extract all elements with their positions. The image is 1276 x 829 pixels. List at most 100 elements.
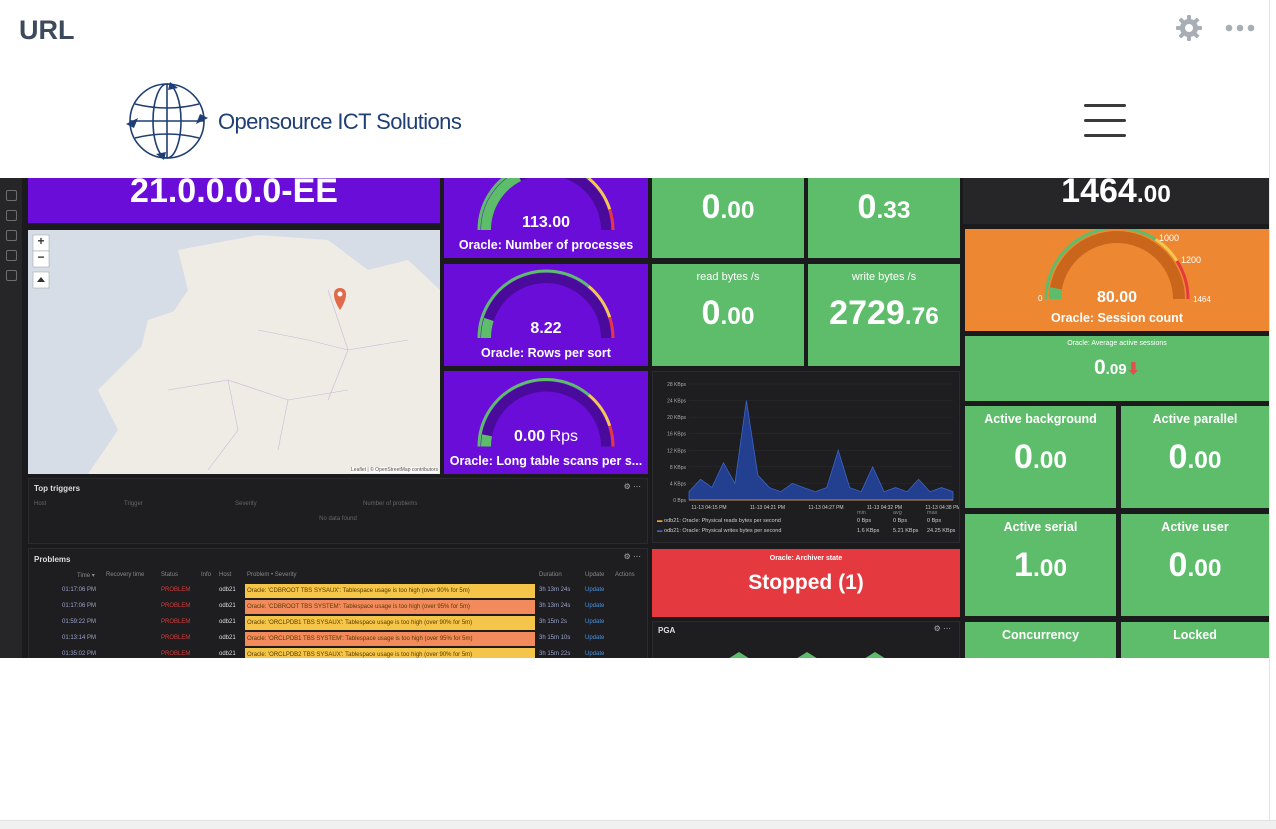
avg-sessions-panel: Oracle: Average active sessions 0.09⬇ bbox=[965, 336, 1269, 401]
col-host: Host bbox=[219, 572, 232, 578]
active-background-panel: Active background 0.00 bbox=[965, 406, 1116, 508]
top-stat-value: 1464.00 bbox=[1061, 178, 1171, 210]
legend-col-min: min bbox=[857, 510, 866, 516]
col-severity: Severity bbox=[235, 501, 257, 507]
avg-sessions-title: Oracle: Average active sessions bbox=[1067, 340, 1167, 347]
col-problem: Problem • Severity bbox=[247, 572, 297, 578]
problem-cell[interactable]: Oracle: 'ORCLPDB1 TBS SYSTEM': Tablespac… bbox=[245, 632, 535, 646]
update-link[interactable]: Update bbox=[585, 603, 604, 609]
problem-cell[interactable]: Oracle: 'ORCLPDB2 TBS SYSAUX': Tablespac… bbox=[245, 648, 535, 658]
duration-cell: 3h 15m 2s bbox=[539, 619, 568, 625]
active-serial-value: 1.00 bbox=[1014, 546, 1067, 584]
y-tick-label: 0 Bps bbox=[673, 498, 686, 504]
update-link[interactable]: Update bbox=[585, 635, 604, 641]
top-triggers-menu-icon[interactable]: ⚙ ⋯ bbox=[624, 482, 641, 491]
long-scans-gauge-panel: 0.00 Rps Oracle: Long table scans per s.… bbox=[444, 371, 648, 474]
legend-col-max: max bbox=[927, 510, 938, 516]
duration-cell: 3h 15m 22s bbox=[539, 651, 571, 657]
col-duration: Duration bbox=[539, 572, 562, 578]
y-tick-label: 4 KBps bbox=[670, 481, 687, 487]
rows-sort-value: 8.22 bbox=[530, 320, 562, 337]
time-cell: 01:17:06 PM bbox=[62, 603, 97, 609]
col-time[interactable]: Time ▾ bbox=[77, 572, 95, 579]
time-cell: 01:13:14 PM bbox=[62, 635, 97, 641]
time-cell: 01:17:06 PM bbox=[62, 587, 97, 593]
processes-title: Oracle: Number of processes bbox=[458, 238, 634, 252]
host-cell: odb21 bbox=[219, 635, 236, 641]
pga-gauges bbox=[729, 652, 885, 658]
brand-logo[interactable]: Opensource ICT Solutions bbox=[124, 80, 462, 164]
pga-panel: PGA ⚙ ⋯ bbox=[652, 621, 960, 658]
active-parallel-label: Active parallel bbox=[1152, 412, 1238, 426]
hamburger-menu-icon[interactable] bbox=[1084, 104, 1126, 138]
long-scans-title: Oracle: Long table scans per s... bbox=[449, 454, 643, 468]
table-row[interactable]: 01:59:22 PM PROBLEM odb21 Oracle: 'ORCLPDB1… bbox=[29, 616, 645, 631]
more-dots-icon[interactable] bbox=[1224, 18, 1258, 38]
io-chart-panel: 28 KBps 24 KBps 20 KBps 16 KBps 12 KBps 8 KBp… bbox=[652, 371, 960, 543]
active-user-label: Active user bbox=[1161, 520, 1229, 534]
side-rail bbox=[0, 178, 22, 658]
table-row[interactable]: 01:17:06 PM PROBLEM odb21 Oracle: 'CDBROOT … bbox=[29, 600, 645, 615]
settings-icon[interactable] bbox=[6, 270, 17, 281]
right-border bbox=[1269, 0, 1270, 828]
top-stat-panel: 1464.00 bbox=[963, 178, 1269, 224]
concurrency-label: Concurrency bbox=[1001, 628, 1080, 642]
locked-label: Locked bbox=[1173, 628, 1217, 642]
status-cell: PROBLEM bbox=[161, 603, 191, 609]
update-link[interactable]: Update bbox=[585, 619, 604, 625]
map-panel[interactable]: + − Leaflet | © OpenStreetMap contributo… bbox=[28, 230, 440, 474]
archiver-value: Stopped (1) bbox=[748, 571, 864, 594]
host-cell: odb21 bbox=[219, 619, 236, 625]
stat-a-value: 0.00 bbox=[701, 188, 755, 226]
legend-reads-min: 0 Bps bbox=[857, 518, 872, 524]
problems-menu-icon[interactable]: ⚙ ⋯ bbox=[624, 552, 641, 561]
processes-value: 113.00 bbox=[521, 214, 571, 231]
brand-name: Opensource ICT Solutions bbox=[218, 109, 462, 134]
legend-writes: ▬ odb21: Oracle: Physical writes bytes p… bbox=[657, 528, 782, 534]
update-link[interactable]: Update bbox=[585, 651, 604, 657]
active-parallel-panel: Active parallel 0.00 bbox=[1121, 406, 1269, 508]
io-chart: 28 KBps 24 KBps 20 KBps 16 KBps 12 KBps 8 KBp… bbox=[667, 382, 959, 511]
y-tick-label: 24 KBps bbox=[667, 399, 686, 405]
top-triggers-panel: Top triggers ⚙ ⋯ Host Trigger Severity N… bbox=[28, 478, 648, 544]
update-link[interactable]: Update bbox=[585, 587, 604, 593]
table-row[interactable]: 01:35:02 PM PROBLEM odb21 Oracle: 'ORCLPDB2… bbox=[29, 648, 645, 658]
session-threshold-1: 1000 bbox=[1159, 233, 1180, 243]
active-background-label: Active background bbox=[984, 412, 1097, 426]
active-serial-panel: Active serial 1.00 bbox=[965, 514, 1116, 616]
active-user-value: 0.00 bbox=[1168, 546, 1222, 584]
table-row[interactable]: 01:13:14 PM PROBLEM odb21 Oracle: 'ORCLPDB1… bbox=[29, 632, 645, 647]
table-row[interactable]: 01:17:06 PM PROBLEM odb21 Oracle: 'CDBROOT … bbox=[29, 584, 645, 599]
users-icon[interactable] bbox=[6, 250, 17, 261]
problem-cell[interactable]: Oracle: 'CDBROOT TBS SYSTEM': Tablespace… bbox=[245, 600, 535, 614]
status-cell: PROBLEM bbox=[161, 587, 191, 593]
map-attribution: Leaflet | © OpenStreetMap contributors bbox=[351, 467, 438, 473]
active-user-panel: Active user 0.00 bbox=[1121, 514, 1269, 616]
col-trigger: Trigger bbox=[124, 501, 143, 507]
y-tick-label: 16 KBps bbox=[667, 432, 686, 438]
session-threshold-2: 1200 bbox=[1181, 255, 1202, 265]
duration-cell: 3h 15m 10s bbox=[539, 635, 571, 641]
concurrency-panel: Concurrency bbox=[965, 622, 1116, 658]
map-zoom-out[interactable]: − bbox=[33, 250, 49, 264]
processes-gauge-panel: 113.00 Oracle: Number of processes bbox=[444, 178, 648, 258]
version-panel: 21.0.0.0.0-EE bbox=[28, 178, 440, 223]
duration-cell: 3h 13m 24s bbox=[539, 587, 571, 593]
problem-cell[interactable]: Oracle: 'CDBROOT TBS SYSAUX': Tablespace… bbox=[245, 584, 535, 598]
map-zoom-in[interactable]: + bbox=[33, 234, 49, 248]
write-bytes-panel: write bytes /s 2729.76 bbox=[808, 264, 960, 366]
gear-icon[interactable] bbox=[1173, 12, 1205, 44]
rows-sort-title: Oracle: Rows per sort bbox=[481, 346, 611, 360]
status-cell: PROBLEM bbox=[161, 619, 191, 625]
mail-icon[interactable] bbox=[6, 230, 17, 241]
write-bytes-value: 2729.76 bbox=[829, 294, 939, 332]
read-bytes-value: 0.00 bbox=[701, 294, 755, 332]
download-icon[interactable] bbox=[6, 210, 17, 221]
active-parallel-value: 0.00 bbox=[1168, 438, 1222, 476]
problem-cell[interactable]: Oracle: 'ORCLPDB1 TBS SYSAUX': Tablespac… bbox=[245, 616, 535, 630]
y-tick-label: 28 KBps bbox=[667, 382, 686, 388]
duration-cell: 3h 13m 24s bbox=[539, 603, 571, 609]
dashboard-icon[interactable] bbox=[6, 190, 17, 201]
locked-panel: Locked bbox=[1121, 622, 1269, 658]
active-background-value: 0.00 bbox=[1014, 438, 1067, 476]
